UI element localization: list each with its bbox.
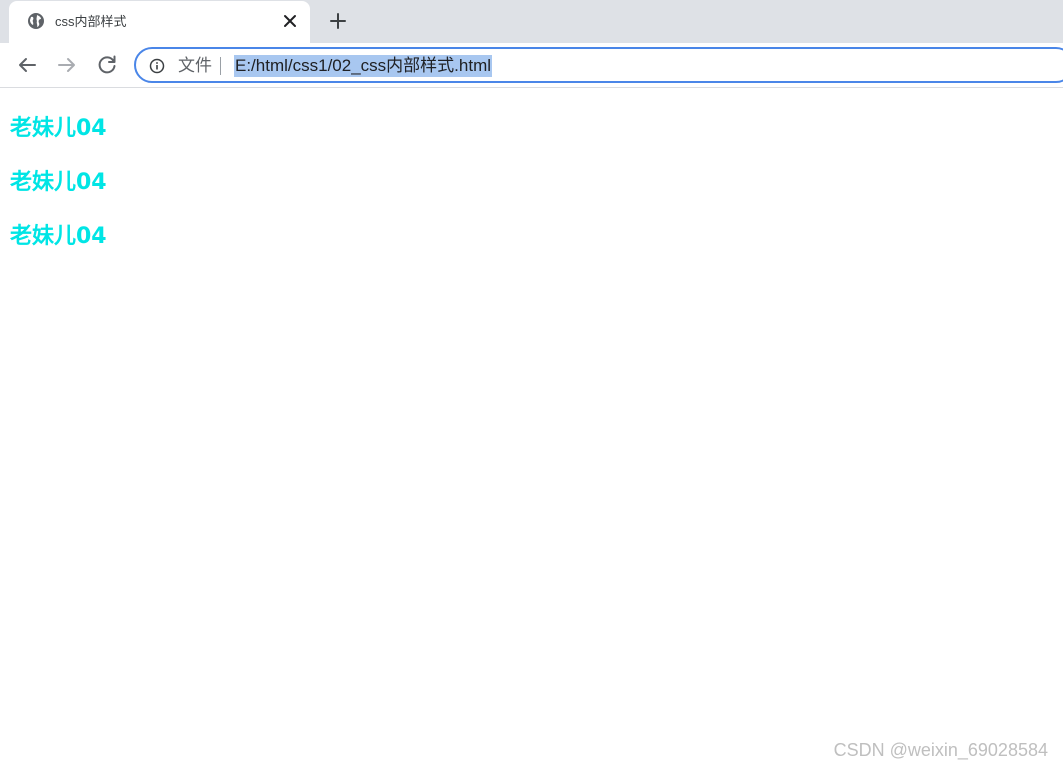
arrow-left-icon[interactable] [15, 53, 39, 77]
page-heading: 老妹儿04 [10, 224, 107, 249]
close-icon[interactable] [281, 12, 299, 30]
address-bar[interactable]: 文件 E:/html/css1/02_css内部样式.html [134, 47, 1063, 83]
watermark: CSDN @weixin_69028584 [833, 740, 1048, 760]
arrow-right-icon[interactable] [55, 53, 79, 77]
browser-tab[interactable]: css内部样式 [9, 1, 310, 43]
url-text[interactable]: E:/html/css1/02_css内部样式.html [234, 55, 493, 77]
page-heading: 老妹儿04 [10, 116, 107, 141]
page-content: 老妹儿04 老妹儿04 老妹儿04 CSDN @weixin_69028584 [0, 89, 1063, 769]
scheme-label: 文件 [178, 56, 212, 75]
info-icon[interactable] [149, 58, 165, 74]
page-heading: 老妹儿04 [10, 170, 107, 195]
tab-strip: css内部样式 [0, 0, 1063, 43]
reload-icon[interactable] [95, 53, 119, 77]
plus-icon[interactable] [326, 9, 350, 33]
tab-title: css内部样式 [55, 14, 127, 29]
separator [220, 57, 221, 75]
globe-icon [28, 13, 44, 29]
browser-toolbar: 文件 E:/html/css1/02_css内部样式.html [0, 43, 1063, 88]
